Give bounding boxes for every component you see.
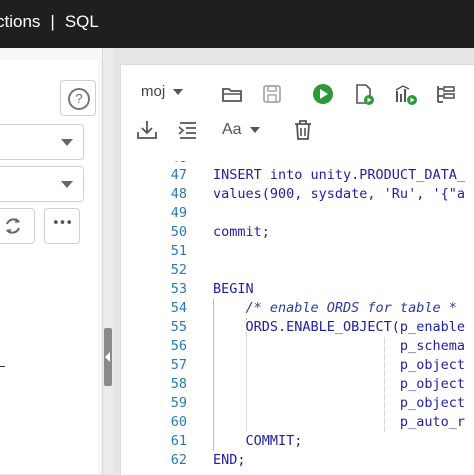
- breadcrumb: ctions | SQL: [0, 12, 99, 32]
- run-statement-icon[interactable]: [310, 81, 336, 107]
- breadcrumb-separator: |: [50, 12, 55, 31]
- run-script-icon[interactable]: [351, 81, 377, 107]
- refresh-button[interactable]: [0, 208, 35, 244]
- code-line: values(900, sysdate, 'Ru', '{"a: [213, 186, 465, 202]
- line-number: 51: [170, 243, 187, 259]
- code-line: END;: [213, 452, 246, 468]
- chevron-down-icon: [61, 181, 73, 188]
- chevron-down-icon: [61, 139, 73, 146]
- line-number: 56: [170, 338, 187, 354]
- download-icon[interactable]: [134, 117, 160, 143]
- line-number: 52: [170, 262, 187, 278]
- code-line: p_object: [213, 395, 465, 411]
- line-number: 47: [170, 167, 187, 183]
- code-line: p_object: [213, 357, 465, 373]
- top-bar: ctions | SQL: [0, 0, 474, 48]
- code-line: p_auto_r: [213, 414, 465, 430]
- schema-dropdown-label: moj: [141, 83, 166, 100]
- refresh-icon: [6, 218, 20, 234]
- open-folder-icon[interactable]: [219, 81, 245, 107]
- explain-plan-icon[interactable]: [433, 81, 459, 107]
- save-icon[interactable]: [259, 81, 285, 107]
- font-size-dropdown[interactable]: Aa: [222, 121, 260, 139]
- line-number: 59: [170, 395, 187, 411]
- schema-select[interactable]: [0, 124, 84, 160]
- line-number: 50: [170, 224, 187, 240]
- font-size-label: Aa: [222, 121, 242, 138]
- code-line: p_schema: [213, 338, 465, 354]
- line-number: 61: [170, 433, 187, 449]
- panel-splitter[interactable]: [103, 48, 113, 474]
- left-panel-body: ? •••: [0, 60, 98, 474]
- help-button[interactable]: ?: [60, 80, 96, 116]
- breadcrumb-section[interactable]: ctions: [0, 12, 40, 31]
- code-line: /* enable ORDS for table *: [213, 300, 457, 316]
- collapse-handle[interactable]: [104, 328, 112, 386]
- collapse-left-icon: [105, 352, 110, 362]
- line-number: 55: [170, 319, 187, 335]
- line-number: 54: [170, 300, 187, 316]
- worksheet-toolbar: moj Aa: [121, 65, 474, 161]
- line-number: 57: [170, 357, 187, 373]
- autotrace-icon[interactable]: [393, 81, 419, 107]
- sql-worksheet: moj Aa 47 48 49 50 51 52 53 54 55 56 57 …: [120, 64, 474, 475]
- breadcrumb-page: SQL: [64, 12, 99, 31]
- code-line: commit;: [213, 224, 270, 240]
- schema-dropdown[interactable]: moj: [141, 83, 184, 100]
- line-number: 49: [170, 205, 187, 221]
- code-line: p_object: [213, 376, 465, 392]
- more-actions-button[interactable]: •••: [44, 208, 80, 244]
- trash-icon[interactable]: [290, 117, 316, 143]
- left-panel: ? •••: [0, 48, 103, 474]
- code-line: COMMIT;: [213, 433, 303, 449]
- line-number: 48: [170, 186, 187, 202]
- code-line: INSERT into unity.PRODUCT_DATA_: [213, 167, 465, 183]
- object-type-select[interactable]: [0, 166, 84, 202]
- code-line: BEGIN: [213, 281, 254, 297]
- chevron-down-icon: [249, 126, 260, 133]
- line-number-gutter: 48 47 48 49 50 51 52 53 54 55 56 57 58 5…: [121, 161, 187, 475]
- format-code-icon[interactable]: [175, 117, 201, 143]
- code-line: ORDS.ENABLE_OBJECT(p_enable: [213, 319, 465, 335]
- line-number: 62: [170, 452, 187, 468]
- code-editor[interactable]: 48 47 48 49 50 51 52 53 54 55 56 57 58 5…: [121, 161, 474, 475]
- tree-dash: [0, 366, 5, 367]
- help-icon: ?: [68, 88, 90, 110]
- chevron-down-icon: [173, 89, 184, 96]
- line-number: 58: [170, 376, 187, 392]
- line-number: 60: [170, 414, 187, 430]
- line-number: 53: [170, 281, 187, 297]
- more-icon: •••: [51, 216, 73, 231]
